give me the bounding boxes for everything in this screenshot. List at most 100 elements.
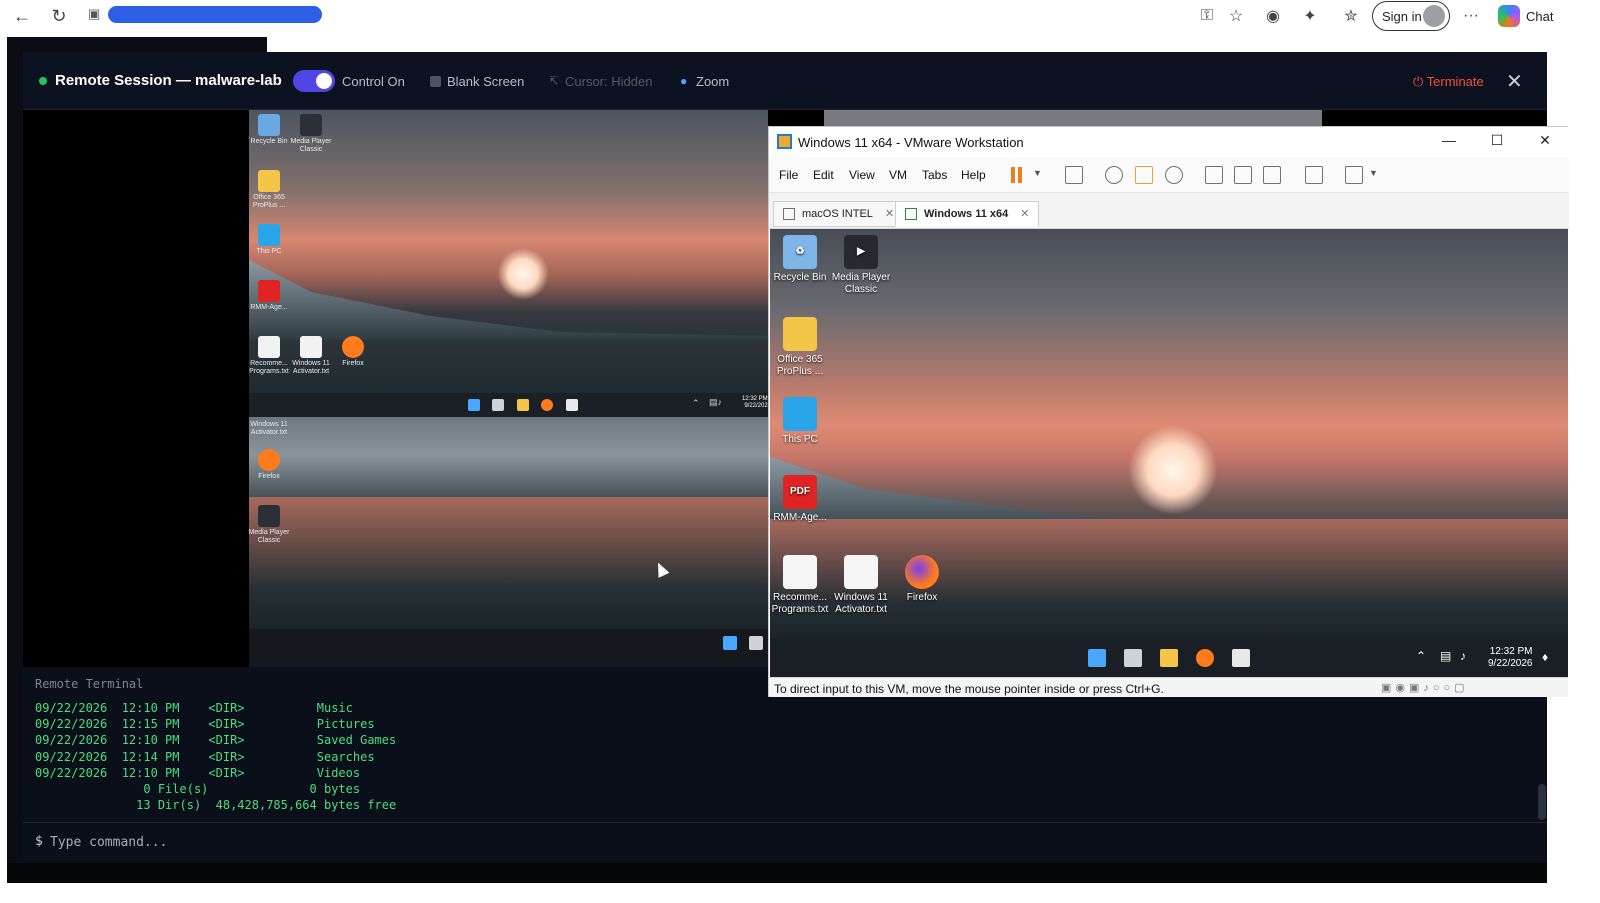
address-bar-redacted[interactable]	[108, 6, 322, 23]
menu-view[interactable]: View	[849, 168, 875, 182]
star-icon[interactable]: ☆	[1225, 5, 1247, 27]
more-menu-icon[interactable]: ···	[1460, 5, 1482, 27]
task-view-icon[interactable]	[1124, 649, 1142, 667]
media-player-icon[interactable]	[1232, 649, 1250, 667]
menu-file[interactable]: File	[779, 168, 798, 182]
mini-office-folder[interactable]: Office 365 ProPlus ...	[249, 170, 295, 210]
minimize-icon[interactable]: —	[1439, 132, 1459, 148]
revert-snapshot-icon[interactable]	[1135, 166, 1153, 184]
close-icon[interactable]: ✕	[1506, 69, 1523, 94]
remote-desktop-mirror-bottom[interactable]: Windows 11 Activator.txt Firefox Media P…	[249, 417, 768, 629]
network-icon[interactable]: ▤	[1440, 649, 1451, 663]
tray-chevron-icon[interactable]: ⌃	[1416, 649, 1426, 663]
status-message: To direct input to this VM, move the mou…	[774, 682, 1164, 696]
reload-icon[interactable]: ↻	[48, 5, 70, 27]
file-explorer-icon[interactable]	[517, 399, 529, 411]
window-close-icon[interactable]: ✕	[1535, 132, 1555, 149]
desktop-icon-media-player[interactable]: ▶ Media Player Classic	[831, 235, 891, 296]
vmware-titlebar[interactable]: Windows 11 x64 - VMware Workstation — ☐ …	[769, 127, 1569, 157]
back-arrow-icon[interactable]: ←	[11, 5, 33, 27]
command-input[interactable]	[50, 831, 650, 853]
terminal-line: 09/22/2026 12:10 PM <DIR> Videos	[35, 766, 361, 780]
terminal-line: 09/22/2026 12:10 PM <DIR> Saved Games	[35, 733, 397, 747]
key-icon[interactable]: ⚿	[1196, 5, 1218, 27]
cursor-icon: ↸	[549, 74, 560, 88]
desktop-icon-activator-txt[interactable]: Windows 11 Activator.txt	[831, 555, 891, 616]
favorites-icon[interactable]: ✮	[1340, 5, 1362, 27]
thumbnail-bar-icon[interactable]	[1234, 166, 1252, 184]
maximize-icon[interactable]: ☐	[1487, 132, 1507, 149]
remote-screen-black-area[interactable]	[23, 110, 249, 667]
site-info-icon[interactable]: ▣	[88, 6, 102, 24]
desktop-icon-recommended-programs[interactable]: Recomme... Programs.txt	[770, 555, 830, 616]
terminal-line: 09/22/2026 12:14 PM <DIR> Searches	[35, 750, 375, 764]
terminal-line: 09/22/2026 12:10 PM <DIR> Music	[35, 701, 353, 715]
menu-edit[interactable]: Edit	[813, 168, 834, 182]
send-ctrl-alt-del-icon[interactable]	[1065, 166, 1083, 184]
terminal-scrollbar[interactable]	[1538, 784, 1546, 820]
tray-network-icon[interactable]: ▤♪	[709, 397, 722, 408]
tray-chevron-icon[interactable]: ⌃	[692, 398, 700, 409]
tab-close-icon[interactable]: ✕	[885, 208, 894, 220]
volume-icon[interactable]: ♪	[1460, 649, 1466, 663]
terminal-title: Remote Terminal	[35, 677, 144, 691]
firefox-icon[interactable]	[1196, 649, 1214, 667]
library-view-icon[interactable]	[1205, 166, 1223, 184]
tab-close-icon[interactable]: ✕	[1020, 208, 1029, 220]
snapshot-icon[interactable]	[1105, 166, 1123, 184]
remote-desktop-mirror-top[interactable]: Recycle Bin Media Player Classic Office …	[249, 110, 768, 393]
mini-firefox[interactable]: Firefox	[327, 336, 379, 368]
copilot-chat-button[interactable]: Chat	[1498, 4, 1553, 28]
extension-globe-icon[interactable]: ◉	[1262, 5, 1284, 27]
mini-media-player-2[interactable]: Media Player Classic	[249, 505, 295, 545]
zoom-button[interactable]: Zoom	[696, 74, 729, 89]
stretch-dropdown-chevron-icon[interactable]: ▼	[1369, 168, 1378, 178]
snapshot-manager-icon[interactable]	[1165, 166, 1183, 184]
pause-icon[interactable]	[1011, 167, 1015, 183]
mini-firefox-2[interactable]: Firefox	[249, 449, 295, 481]
desktop-icon-firefox[interactable]: Firefox	[892, 555, 952, 604]
page-bottom-strip	[7, 863, 1547, 883]
firefox-icon[interactable]	[541, 399, 553, 411]
vm-taskbar-clock[interactable]: 12:32 PM 9/22/2026	[1488, 646, 1533, 670]
desktop-icon-recycle-bin[interactable]: ♻ Recycle Bin	[770, 235, 830, 284]
task-view-icon[interactable]	[492, 399, 504, 411]
terminate-button[interactable]: ⏻ Terminate	[1413, 74, 1484, 90]
start-icon[interactable]	[723, 636, 737, 650]
desktop-icon-this-pc[interactable]: This PC	[770, 397, 830, 446]
vm-guest-desktop[interactable]: ♻ Recycle Bin ▶ Media Player Classic Off…	[770, 229, 1568, 639]
desktop-icon-rmm-pdf[interactable]: PDF RMM-Age...	[770, 475, 830, 524]
menu-tabs[interactable]: Tabs	[922, 168, 947, 182]
mini-this-pc[interactable]: This PC	[249, 224, 295, 256]
start-icon[interactable]	[468, 399, 480, 411]
power-dropdown-chevron-icon[interactable]: ▼	[1033, 168, 1042, 178]
vmware-title: Windows 11 x64 - VMware Workstation	[798, 135, 1024, 150]
stretch-guest-icon[interactable]	[1345, 166, 1363, 184]
notification-bell-icon[interactable]: ♦	[1542, 650, 1548, 664]
tab-macos-intel[interactable]: macOS INTEL ✕	[773, 201, 904, 227]
console-view-icon[interactable]	[1305, 166, 1323, 184]
monitor-icon	[258, 224, 280, 246]
menu-help[interactable]: Help	[961, 168, 986, 182]
remote-edge-black	[768, 110, 824, 126]
desktop-icon-office-folder[interactable]: Office 365 ProPlus ...	[770, 317, 830, 378]
blank-screen-button[interactable]: Blank Screen	[447, 74, 524, 89]
media-player-icon[interactable]	[566, 399, 578, 411]
menu-vm[interactable]: VM	[889, 168, 907, 182]
toggle-knob	[316, 73, 332, 89]
mini-rmm-pdf[interactable]: RMM-Age...	[249, 280, 295, 312]
mini-activator-txt-2[interactable]: Windows 11 Activator.txt	[249, 421, 295, 437]
start-icon[interactable]	[1088, 649, 1106, 667]
lake-graphic	[249, 497, 768, 629]
control-toggle[interactable]	[293, 70, 335, 92]
mini-media-player[interactable]: Media Player Classic	[285, 114, 337, 154]
full-screen-icon[interactable]	[1263, 166, 1281, 184]
signin-button[interactable]: Sign in	[1372, 1, 1450, 31]
blank-screen-icon	[430, 76, 441, 87]
tab-windows-11[interactable]: Windows 11 x64 ✕	[895, 201, 1039, 227]
extensions-puzzle-icon[interactable]: ✦	[1299, 5, 1321, 27]
cursor-hidden-button[interactable]: Cursor: Hidden	[565, 74, 652, 89]
device-status-icons[interactable]: ▣◉▣♪○○▢	[1381, 681, 1469, 694]
task-view-icon[interactable]	[749, 636, 763, 650]
file-explorer-icon[interactable]	[1160, 649, 1178, 667]
